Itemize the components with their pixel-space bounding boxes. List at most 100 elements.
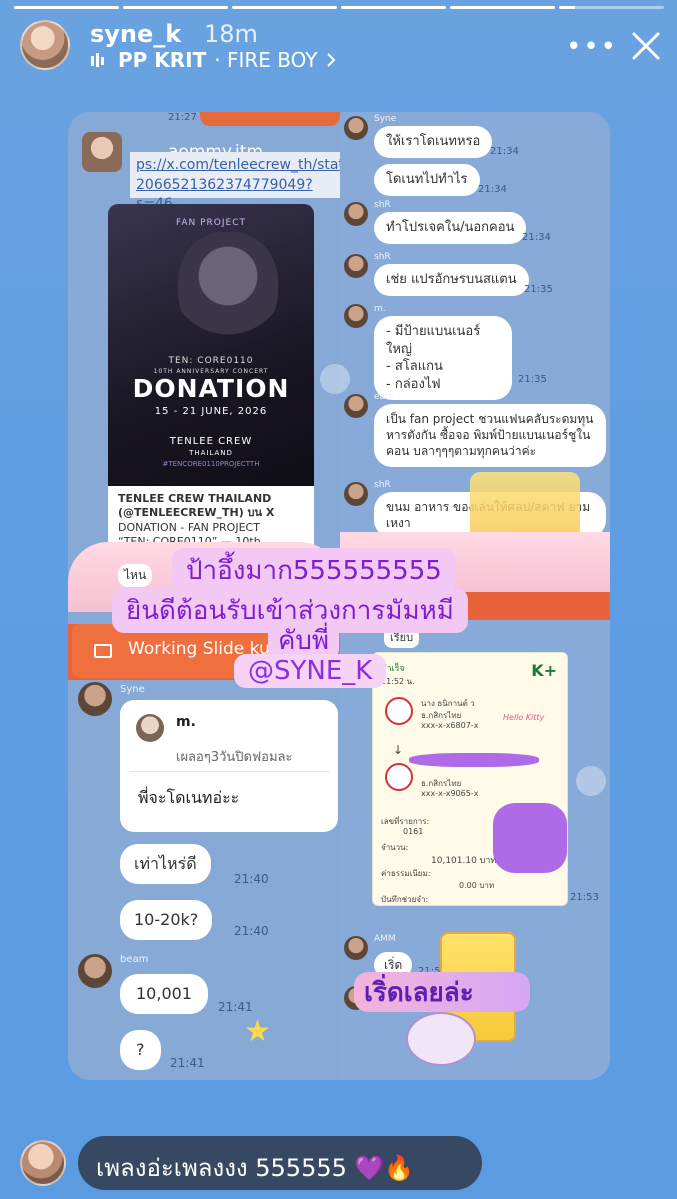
chat-bubble: เป็น fan project ชวนแฟนคลับระดมทุน หารตั…	[374, 404, 606, 467]
slip-to-account: xxx-x-x9065-x	[421, 789, 479, 798]
sender-name: m.	[374, 304, 386, 314]
chat-bubble: โดเนทไปทำไร	[374, 164, 480, 196]
viewer-avatar	[20, 1140, 66, 1186]
poster-portrait	[178, 232, 278, 342]
story-author-avatar[interactable]	[20, 20, 70, 70]
link-card-title: (@TENLEECREW_TH) บน X	[118, 506, 275, 520]
avatar	[344, 394, 368, 418]
progress-segment	[341, 6, 446, 9]
progress-segment	[232, 6, 337, 9]
progress-segment	[450, 6, 555, 9]
megaphone-icon	[94, 644, 112, 658]
sender-name: Syne	[120, 684, 145, 695]
reply-text: พี่จะโดเนทอ่ะะ	[138, 788, 240, 807]
quoted-sender: m.	[176, 714, 196, 730]
progress-segment	[123, 6, 228, 9]
orange-banner	[200, 112, 340, 126]
message-time: 21:34	[478, 184, 507, 195]
bank-logo-icon	[385, 697, 413, 725]
chat-bubble: - มีป้ายแบนเนอร์ใหญ่ - สโลแกน - กล่องไฟ	[374, 316, 512, 401]
story-time-ago: 18m	[204, 20, 258, 48]
poster-title: DONATION	[132, 374, 290, 403]
reply-message[interactable]: เพลงอ่ะเพลงงง 555555 💜🔥	[78, 1136, 482, 1190]
chat-bubble: ทำโปรเจคใน/นอกคอน	[374, 212, 527, 244]
music-attribution[interactable]: PP KRIT · FIRE BOY	[90, 48, 336, 72]
shared-link[interactable]: ps://x.com/tenleecrew_th/status/ 2066521…	[130, 152, 365, 212]
chat-bubble: 10,001	[120, 974, 208, 1014]
story-username[interactable]: syne_k	[90, 20, 181, 48]
avatar	[344, 202, 368, 226]
avatar	[136, 714, 164, 742]
link-line: ps://x.com/tenleecrew_th/status/	[136, 157, 365, 173]
redaction-scribble	[493, 803, 567, 873]
music-artist: PP KRIT	[118, 48, 207, 72]
sender-name: earn.	[374, 392, 398, 402]
chevron-right-icon	[326, 53, 335, 67]
message-time: 21:40	[234, 924, 269, 938]
poster-dates: 15 - 21 JUNE, 2026	[154, 406, 268, 417]
mention-sticker[interactable]: @SYNE_K	[234, 654, 387, 688]
avatar	[344, 254, 368, 278]
slip-memo-label: บันทึกช่วยจำ:	[381, 895, 429, 904]
poster-label: FAN PROJECT	[176, 218, 246, 228]
story-text-line: ป้าอึ้งมาก555555555	[172, 548, 456, 593]
slip-amount-label: จำนวน:	[381, 843, 409, 852]
message-time: 21:53	[570, 892, 599, 903]
kplus-logo: K+	[531, 661, 557, 680]
chat-bubble: 10-20k?	[120, 900, 213, 940]
message-time: 21:40	[234, 872, 269, 886]
message-time: 21:35	[524, 284, 553, 295]
slip-amount: 10,101.10 บาท	[431, 856, 497, 866]
celebration-sticker: เริ่ดเลยล่ะ	[340, 912, 530, 1080]
mention-avatar	[82, 132, 122, 172]
message-time: 21:27	[168, 112, 197, 123]
avatar	[344, 304, 368, 328]
avatar	[344, 116, 368, 140]
share-icon[interactable]	[576, 766, 606, 796]
poster-concert: TEN: CORE0110 10TH ANNIVERSARY CONCERT	[153, 356, 269, 375]
more-options-button[interactable]: •••	[566, 32, 618, 62]
share-icon[interactable]	[320, 364, 350, 394]
sender-name: beam	[120, 954, 149, 965]
link-card-title: TENLEE CREW THAILAND	[118, 492, 272, 505]
quoted-message: m. เผลอๆ3วันปิดฟอมละ	[130, 710, 330, 772]
chat-bubble: ?	[120, 1030, 161, 1070]
avatar	[78, 682, 112, 716]
progress-segment	[14, 6, 119, 9]
partial-message: ไหน	[118, 564, 153, 587]
chat-bubble: เช่ย แปรอักษรบนสแตน	[374, 264, 529, 296]
slip-from-account: xxx-x-x6807-x	[421, 721, 479, 730]
sender-name: shR	[374, 200, 391, 210]
hello-kitty-label: Hello Kitty	[503, 713, 545, 722]
bank-logo-icon	[385, 763, 413, 791]
star-icon: ★	[244, 1014, 271, 1049]
poster-crew: TENLEE CREW THAILAND	[169, 436, 253, 457]
message-time: 21:41	[218, 1000, 253, 1014]
chat-bubble: เท่าไหร่ดี	[120, 844, 211, 884]
link-card-desc: DONATION - FAN PROJECT	[118, 520, 260, 534]
progress-segment-current	[559, 6, 664, 9]
story-progress	[14, 6, 664, 10]
sender-name: shR	[374, 480, 391, 490]
close-icon[interactable]	[628, 28, 664, 64]
sender-name: shR	[374, 252, 391, 262]
slip-fee: 0.00 บาท	[459, 881, 495, 890]
chat-bubble: ให้เราโดเนทหรอ	[374, 126, 493, 158]
message-time: 21:34	[522, 232, 551, 243]
reply-quote-card[interactable]: m. เผลอๆ3วันปิดฟอมละ พี่จะโดเนทอ่ะะ	[120, 700, 338, 832]
message-time: 21:34	[490, 146, 519, 157]
slip-time: 21:52 น.	[381, 677, 415, 686]
sender-name: Syne	[374, 114, 397, 124]
donation-poster[interactable]: FAN PROJECT TEN: CORE0110 10TH ANNIVERSAR…	[108, 204, 314, 486]
message-time: 21:35	[518, 374, 547, 385]
sticker-text: เริ่ดเลยล่ะ	[364, 978, 474, 1008]
transfer-slip[interactable]: สำเร็จ K+ 21:52 น. นาง ธนิกานต์ ว ธ.กสิก…	[372, 652, 568, 906]
music-song: · FIRE BOY	[214, 48, 318, 72]
avatar	[78, 954, 112, 988]
slip-ref-number: 0161	[403, 827, 424, 836]
arrow-down-icon: ↓	[393, 743, 404, 757]
redaction-scribble	[409, 753, 539, 767]
message-time: 21:41	[170, 1056, 205, 1070]
slip-fee-label: ค่าธรรมเนียม:	[381, 869, 431, 878]
poster-hashtag: #TENCORE0110PROJECTTH	[162, 460, 260, 468]
